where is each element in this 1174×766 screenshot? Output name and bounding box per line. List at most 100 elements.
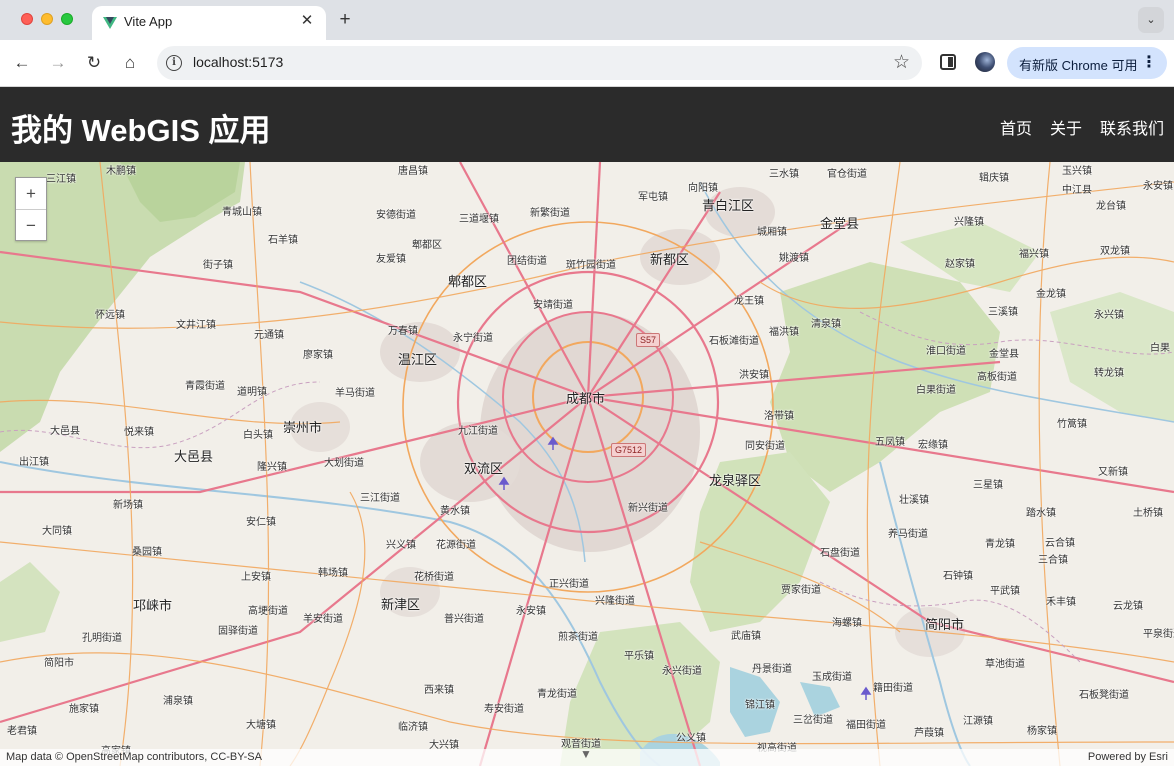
town-label: 武庙镇 [731, 631, 761, 642]
town-label: 永安镇 [1143, 181, 1173, 192]
town-label: 贾家街道 [781, 585, 821, 596]
town-label: 白果街道 [916, 385, 956, 396]
town-label: 福洪镇 [769, 327, 799, 338]
town-label: 石钟镇 [943, 571, 973, 582]
town-label: 平泉街道 [1143, 629, 1174, 640]
town-label: 新兴街道 [628, 503, 668, 514]
city-label: 龙泉驿区 [709, 473, 762, 488]
update-label: 有新版 Chrome 可用 [1019, 58, 1138, 73]
town-label: 永兴镇 [1094, 310, 1124, 321]
town-label: 正兴街道 [549, 579, 589, 590]
town-label: 城厢镇 [757, 227, 787, 238]
town-label: 福兴镇 [1019, 249, 1049, 260]
vite-vue-favicon-icon [103, 17, 117, 29]
town-label: 籍田街道 [873, 683, 913, 694]
town-label: 辑庆镇 [979, 173, 1009, 184]
close-window-button[interactable] [21, 13, 33, 25]
home-button[interactable]: ⌂ [117, 50, 143, 76]
town-label: 九江街道 [458, 426, 498, 437]
town-label: 安靖街道 [533, 300, 573, 311]
town-label: 韩场镇 [318, 568, 348, 579]
forward-button[interactable]: → [45, 50, 71, 76]
town-label: 临济镇 [398, 722, 428, 733]
city-label: 崇州市 [283, 420, 323, 435]
town-label: 赵家镇 [945, 259, 975, 270]
town-label: 兴隆街道 [595, 596, 635, 607]
town-label: 花源街道 [436, 540, 476, 551]
town-label: 五凤镇 [875, 437, 905, 448]
powered-by-text: Powered by Esri [1087, 751, 1168, 763]
town-label: 寿安街道 [484, 704, 524, 715]
address-bar[interactable]: i localhost:5173 ☆ [157, 46, 922, 80]
chrome-update-button[interactable]: 有新版 Chrome 可用 ⋮ [1007, 47, 1167, 79]
town-label: 三星镇 [973, 480, 1003, 491]
profile-avatar[interactable] [975, 52, 995, 72]
town-label: 青城山镇 [222, 207, 262, 218]
town-label: 平乐镇 [624, 651, 654, 662]
town-label: 羊安街道 [303, 614, 343, 625]
new-tab-button[interactable]: + [334, 9, 356, 31]
town-label: 洪安镇 [739, 370, 769, 381]
tab-title: Vite App [124, 14, 173, 29]
town-label: 三合镇 [1038, 555, 1068, 566]
town-label: 三江街道 [360, 493, 400, 504]
town-label: 又新镇 [1098, 467, 1128, 478]
maximize-window-button[interactable] [61, 13, 73, 25]
town-label: 养马街道 [888, 529, 928, 540]
highway-shield: G7512 [611, 443, 647, 457]
town-label: 永兴街道 [662, 666, 702, 677]
town-label: 龙王镇 [734, 296, 764, 307]
town-label: 安德街道 [376, 210, 416, 221]
town-label: 草池街道 [985, 659, 1025, 670]
town-label: 隆兴镇 [257, 462, 287, 473]
zoom-out-button[interactable]: − [16, 210, 46, 242]
town-label: 西来镇 [424, 685, 454, 696]
nav-about-link[interactable]: 关于 [1050, 115, 1082, 139]
tab-search-dropdown-button[interactable]: ⌄ [1138, 7, 1164, 33]
town-label: 永安镇 [516, 606, 546, 617]
town-label: 玉兴镇 [1062, 166, 1092, 177]
town-label: 福田街道 [846, 720, 886, 731]
nav-contact-link[interactable]: 联系我们 [1100, 115, 1164, 139]
town-label: 大塘镇 [246, 720, 276, 731]
town-label: 军屯镇 [638, 192, 668, 203]
town-label: 三江镇 [46, 174, 76, 185]
zoom-in-button[interactable]: + [16, 178, 46, 210]
town-label: 土桥镇 [1133, 508, 1163, 519]
town-label: 同安街道 [745, 441, 785, 452]
map-view[interactable]: 成都市 青白江区 金堂县 新都区 郫都区 温江区 崇州市 大邑县 双流区 龙泉驿… [0, 162, 1174, 766]
city-label: 新津区 [381, 597, 421, 612]
town-label: 花桥街道 [414, 572, 454, 583]
town-label: 桑园镇 [132, 547, 162, 558]
side-panel-icon[interactable] [940, 54, 956, 70]
bookmark-star-icon[interactable]: ☆ [893, 51, 910, 74]
minimize-window-button[interactable] [41, 13, 53, 25]
town-label: 姚渡镇 [779, 253, 809, 264]
town-label: 金堂县 [989, 349, 1019, 360]
town-label: 道明镇 [237, 387, 267, 398]
town-label: 壮溪镇 [899, 495, 929, 506]
town-label: 海螺镇 [832, 618, 862, 629]
town-label: 固驿街道 [218, 626, 258, 637]
town-label: 玉成街道 [812, 672, 852, 683]
browser-tab-strip: Vite App ✕ + ⌄ [0, 0, 1174, 40]
reload-button[interactable]: ↻ [81, 50, 107, 76]
back-button[interactable]: ← [9, 50, 35, 76]
browser-tab-active[interactable]: Vite App ✕ [92, 6, 326, 40]
city-label: 金堂县 [820, 216, 860, 231]
town-label: 丹景街道 [752, 664, 792, 675]
town-label: 上安镇 [241, 572, 271, 583]
attribution-toggle-icon[interactable]: ▼ [580, 747, 592, 761]
town-label: 龙台镇 [1096, 201, 1126, 212]
town-label: 简阳市 [44, 658, 74, 669]
highway-shield: S57 [636, 333, 661, 347]
town-label: 团结街道 [507, 256, 547, 267]
tab-close-icon[interactable]: ✕ [298, 12, 316, 30]
town-label: 竹篙镇 [1057, 419, 1087, 430]
site-info-icon[interactable]: i [166, 55, 182, 71]
town-label: 羊马街道 [335, 388, 375, 399]
nav-home-link[interactable]: 首页 [1000, 115, 1032, 139]
city-label: 大邑县 [174, 449, 214, 464]
more-menu-icon[interactable]: ⋮ [1141, 52, 1157, 72]
address-url[interactable]: localhost:5173 [193, 54, 283, 70]
